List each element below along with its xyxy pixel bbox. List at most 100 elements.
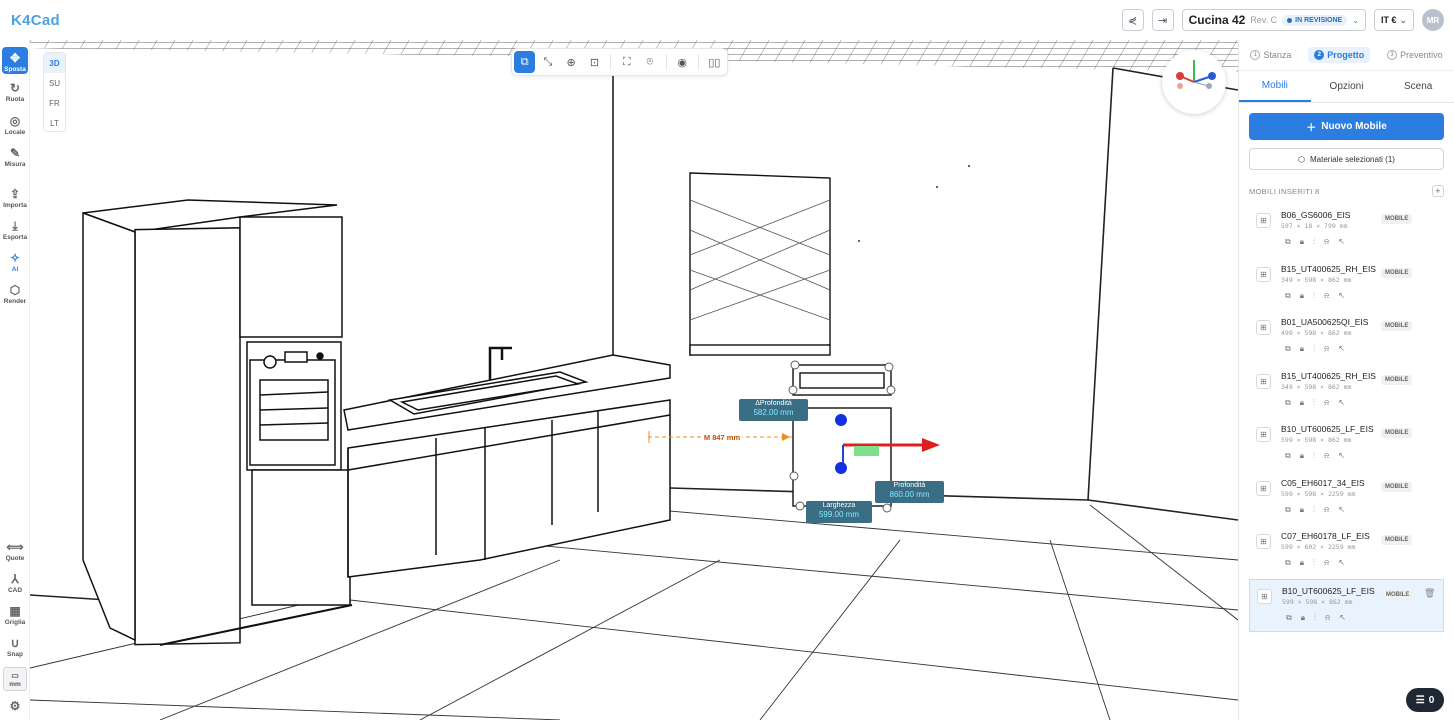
lock-icon[interactable]: 🔒︎ [1300,291,1304,301]
height-label[interactable]: Profondità 860.00 mm [875,481,944,503]
pointer-icon[interactable]: ↖ [1338,505,1345,515]
share-button[interactable]: ⋞ [1121,9,1144,31]
fullscreen-button[interactable]: ⛶ [616,51,637,73]
adjust-icon[interactable]: ⫶ [1313,558,1315,568]
view-side[interactable]: LT [44,113,65,133]
tool-render[interactable]: ⬡ Render [0,283,30,305]
bell-icon[interactable]: ⍾ [1324,398,1329,408]
tab-mobili[interactable]: Mobili [1239,71,1311,102]
orientation-gizmo[interactable] [1162,50,1226,114]
tool-grid[interactable]: ▦ Griglia [0,604,30,626]
lock-icon[interactable]: 🔒︎ [1300,237,1304,247]
units-toggle[interactable]: ▭ mm [3,667,27,691]
units-icon: ▭ [11,671,19,680]
select-tool-button[interactable]: ⧉ [514,51,536,73]
duplicate-icon[interactable]: ⧉ [1285,237,1291,247]
adjust-icon[interactable]: ⫶ [1313,505,1315,515]
exit-button[interactable]: ⇥ [1151,9,1174,31]
view-front[interactable]: FR [44,93,65,113]
duplicate-icon[interactable]: ⧉ [1285,344,1291,354]
duplicate-icon[interactable]: ⧉ [1285,291,1291,301]
tab-opzioni[interactable]: Opzioni [1311,71,1383,102]
lock-icon[interactable]: 🔒︎ [1300,398,1304,408]
lock-icon[interactable]: 🔒︎ [1300,451,1304,461]
visibility-button[interactable]: ◉ [672,51,693,73]
tool-move[interactable]: ✥ Sposta [2,47,28,74]
list-item[interactable]: ⊞ C05_EH6017_34_EIS 599 × 598 × 2259 mm MOB… [1249,472,1444,526]
list-item[interactable]: ⊞ C07_EH60178_LF_EIS 599 × 602 × 2259 mm MO… [1249,525,1444,579]
app-logo[interactable]: K4Cad [11,12,60,29]
project-selector[interactable]: Cucina 42 Rev. C IN REVISIONE ⌄ [1181,9,1366,31]
lock-icon[interactable]: 🔒︎ [1300,505,1304,515]
bell-icon[interactable]: ⍾ [1324,451,1329,461]
avatar[interactable]: MR [1422,9,1444,31]
tool-local[interactable]: ◎ Locale [0,114,30,136]
bell-icon[interactable]: ⍾ [1324,558,1329,568]
move-tool-button[interactable]: ⊕ [561,51,582,73]
tool-measure[interactable]: ✎ Misura [0,146,30,168]
duplicate-icon[interactable]: ⧉ [1285,505,1291,515]
pointer-icon[interactable]: ↖ [1338,451,1345,461]
language-selector[interactable]: IT € ⌄ [1373,9,1414,31]
adjust-icon[interactable]: ⫶ [1314,613,1316,623]
bell-icon[interactable]: ⍾ [1325,613,1330,623]
pointer-icon[interactable]: ↖ [1338,398,1345,408]
view-3d[interactable]: 3D [44,53,65,73]
tool-quote[interactable]: ⟺ Quote [0,540,30,562]
frame-tool-button[interactable]: ⊡ [584,51,605,73]
pivot-tool-button[interactable]: ⤡ [537,51,558,73]
view-top[interactable]: SU [44,73,65,93]
list-item[interactable]: ⊞ B15_UT400625_RH_EIS 349 × 598 × 862 mm MO… [1249,365,1444,419]
tool-cad[interactable]: ⅄ CAD [0,572,30,594]
tool-snap[interactable]: ∪ Snap [0,636,30,658]
lock-icon[interactable]: 🔒︎ [1300,558,1304,568]
filter-count-button[interactable]: ☰ 0 [1406,688,1444,712]
focus-button[interactable]: ⌾ [639,51,660,73]
pointer-icon[interactable]: ↖ [1339,613,1346,623]
tool-export[interactable]: ⤓ Esporta [0,219,30,241]
tab-scena[interactable]: Scena [1382,71,1454,102]
list-item[interactable]: ⊞ B10_UT600625_LF_EIS 599 × 598 × 862 mm MO… [1249,418,1444,472]
add-furniture-button[interactable]: + [1432,185,1444,197]
tool-rotate[interactable]: ↻ Ruota [0,81,30,103]
pointer-icon[interactable]: ↖ [1338,291,1345,301]
depth-label[interactable]: ΔProfondità 582.00 mm [739,399,808,421]
list-item[interactable]: ⊞ B06_GS6006_EIS 597 × 18 × 799 mm MOBILE ⧉ 🔒… [1249,204,1444,258]
split-view-button[interactable]: ▯▯ [704,51,725,73]
trash-icon[interactable]: 🗑︎ [1424,588,1435,599]
lock-icon[interactable]: 🔒︎ [1300,344,1304,354]
tool-import[interactable]: ⇪ Importa [0,187,30,209]
adjust-icon[interactable]: ⫶ [1313,237,1315,247]
step-stanza[interactable]: 1 Stanza [1244,47,1297,63]
list-item[interactable]: ⊞ B10_UT600625_LF_EIS 599 × 598 × 862 mm MO… [1249,578,1444,632]
bell-icon[interactable]: ⍾ [1324,291,1329,301]
width-label[interactable]: Larghezza 599.00 mm [806,501,872,523]
list-item[interactable]: ⊞ B15_UT400625_RH_EIS 349 × 598 × 862 mm MO… [1249,258,1444,312]
duplicate-icon[interactable]: ⧉ [1286,613,1292,623]
adjust-icon[interactable]: ⫶ [1313,398,1315,408]
selected-material-button[interactable]: ⬡ Materiale selezionati (1) [1249,148,1444,170]
bell-icon[interactable]: ⍾ [1324,237,1329,247]
duplicate-icon[interactable]: ⧉ [1285,451,1291,461]
duplicate-icon[interactable]: ⧉ [1285,558,1291,568]
lock-icon[interactable]: 🔒︎ [1301,613,1305,623]
select-icon: ⧉ [520,55,529,68]
adjust-icon[interactable]: ⫶ [1313,344,1315,354]
step-preventivo[interactable]: 3 Preventivo [1381,47,1449,63]
pointer-icon[interactable]: ↖ [1338,237,1345,247]
adjust-icon[interactable]: ⫶ [1313,291,1315,301]
list-item[interactable]: ⊞ B01_UA500625QI_EIS 499 × 598 × 862 mm MOB… [1249,311,1444,365]
adjust-icon[interactable]: ⫶ [1313,451,1315,461]
step-progetto[interactable]: 2 Progetto [1308,47,1371,63]
duplicate-icon[interactable]: ⧉ [1285,398,1291,408]
new-furniture-button[interactable]: ＋ Nuovo Mobile [1249,113,1444,140]
bell-icon[interactable]: ⍾ [1324,505,1329,515]
settings-button[interactable]: ⚙ [0,699,30,714]
bell-icon[interactable]: ⍾ [1324,344,1329,354]
tool-ai[interactable]: ✧ AI [0,251,30,273]
pointer-icon[interactable]: ↖ [1338,344,1345,354]
pointer-icon[interactable]: ↖ [1338,558,1345,568]
crosshair-icon: ⊕ [566,56,576,69]
viewport-3d[interactable]: ΔProfondità 582.00 mm M 847 mm Profondit… [30,40,1238,720]
plus-icon: ＋ [1306,123,1317,134]
